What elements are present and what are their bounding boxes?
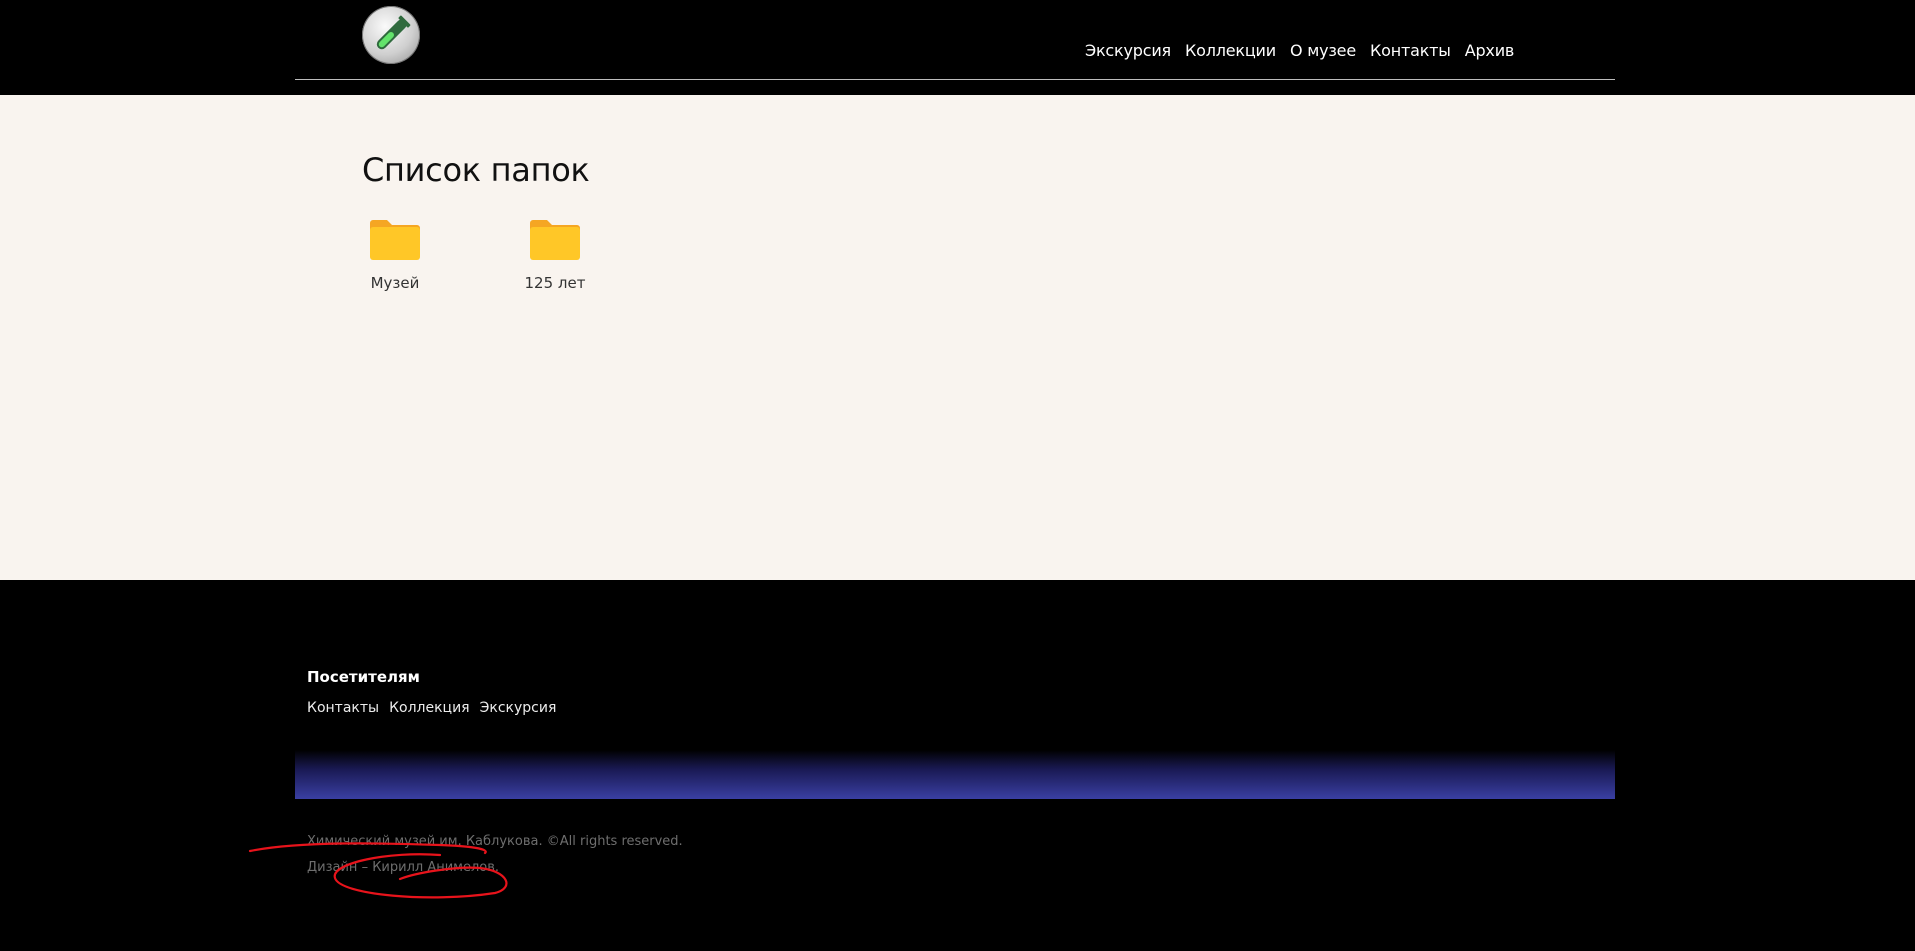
nav-collections[interactable]: Коллекции [1185, 41, 1276, 60]
test-tube-icon [376, 15, 411, 50]
nav-excursion[interactable]: Экскурсия [1085, 41, 1171, 60]
nav-archive[interactable]: Архив [1465, 41, 1515, 60]
main-nav: Экскурсия Коллекции О музее Контакты Арх… [1085, 41, 1514, 60]
footer-heading: Посетителям [307, 668, 420, 686]
page-title: Список папок [362, 151, 590, 189]
main-content: Список папок Музей 125 лет [0, 95, 1915, 580]
footer-link-excursion[interactable]: Экскурсия [480, 700, 557, 716]
folder-125-let[interactable]: 125 лет [505, 219, 605, 292]
folder-muzey[interactable]: Музей [345, 219, 445, 292]
footer-gradient-band [295, 750, 1615, 799]
header-divider [295, 79, 1615, 80]
site-footer: Посетителям Контакты Коллекция Экскурсия… [0, 580, 1915, 951]
folder-label: Музей [370, 274, 420, 292]
footer-links: Контакты Коллекция Экскурсия [307, 700, 556, 716]
nav-contacts[interactable]: Контакты [1370, 41, 1451, 60]
red-annotation-scribble [248, 842, 508, 899]
footer-link-collection[interactable]: Коллекция [389, 700, 470, 716]
logo[interactable] [362, 6, 420, 64]
folder-label: 125 лет [524, 274, 586, 292]
site-header: Экскурсия Коллекции О музее Контакты Арх… [0, 0, 1915, 95]
nav-about[interactable]: О музее [1290, 41, 1356, 60]
folder-icon [370, 220, 420, 260]
folder-icon [530, 220, 580, 260]
footer-link-contacts[interactable]: Контакты [307, 700, 379, 716]
